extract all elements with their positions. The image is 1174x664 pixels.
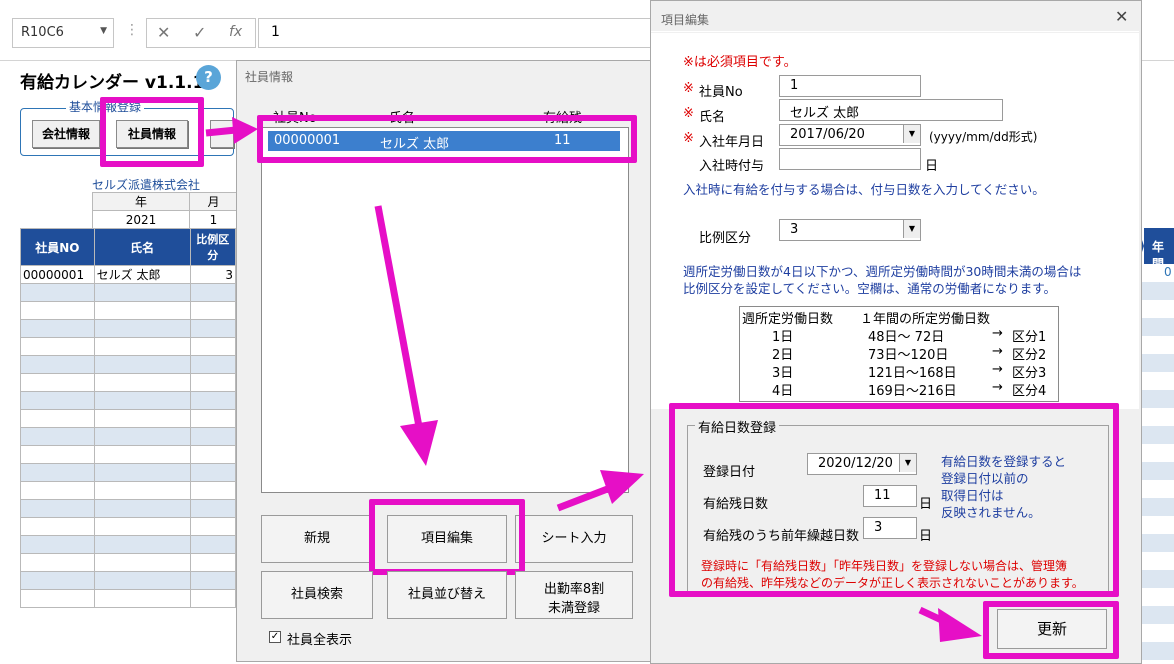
arrow-to-paid-group: [556, 470, 644, 512]
arrow-to-employee-list: [205, 117, 258, 144]
arrow-to-edit-button: [374, 205, 438, 466]
annotation-arrows: [205, 117, 982, 642]
arrow-to-update-button: [918, 606, 982, 642]
